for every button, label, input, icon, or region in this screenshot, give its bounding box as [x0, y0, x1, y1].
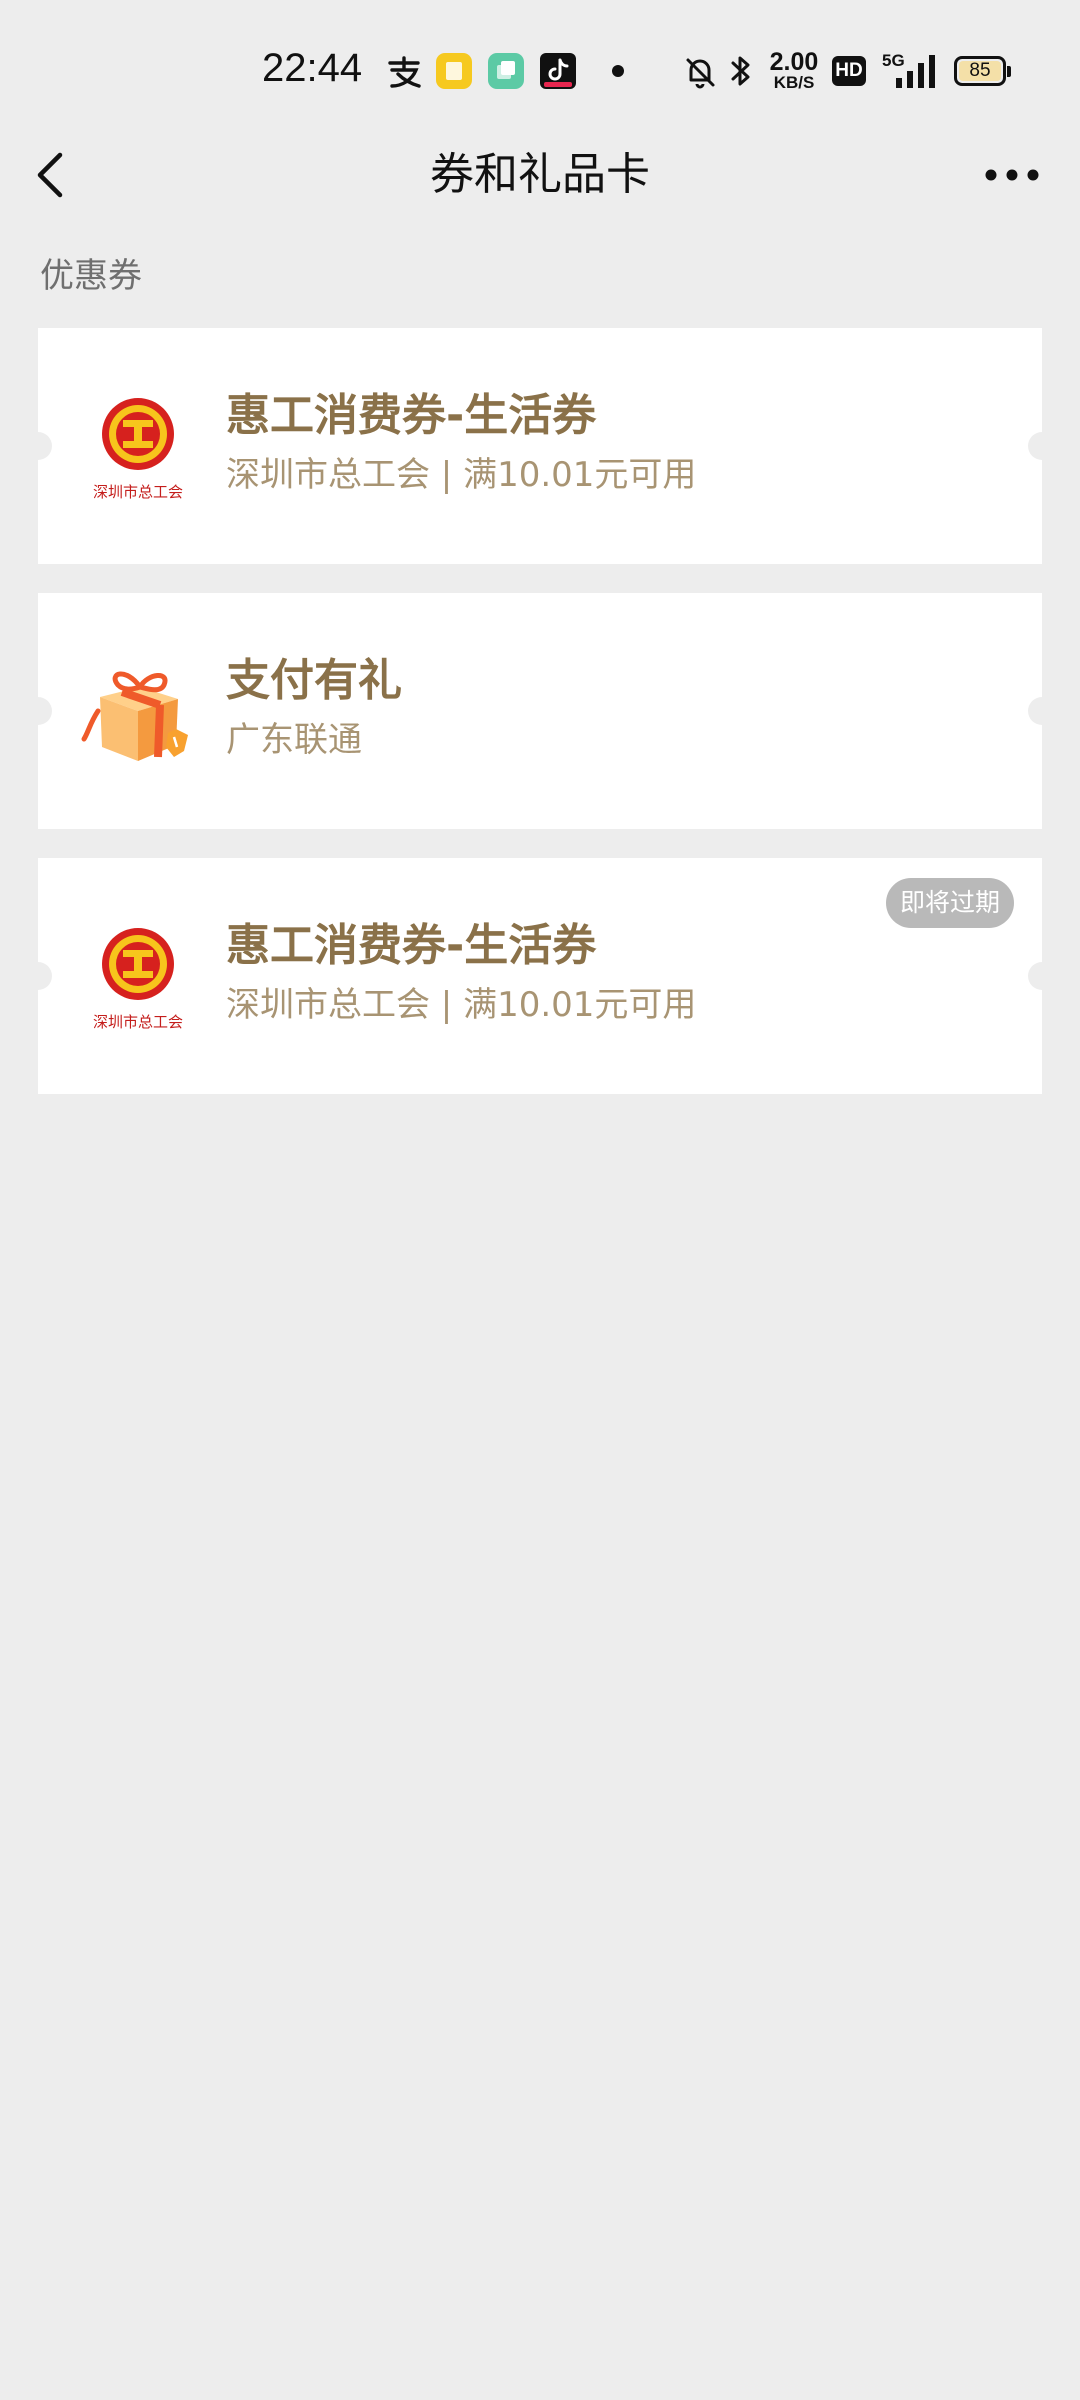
- net-speed: 2.00 KB/S: [764, 50, 824, 92]
- coupon-subtitle: 广东联通: [226, 720, 362, 760]
- status-time: 22:44: [262, 46, 363, 90]
- coupon-title: 支付有礼: [226, 655, 402, 706]
- coupon-title: 惠工消费券-生活券: [226, 920, 597, 971]
- mute-bell-icon: [686, 58, 715, 89]
- nav-bar: 券和礼品卡: [0, 130, 1080, 220]
- net-speed-unit: KB/S: [773, 73, 815, 92]
- page-title: 券和礼品卡: [430, 149, 650, 200]
- clone-app-icon: [488, 53, 524, 89]
- coupon-subtitle: 深圳市总工会 | 满10.01元可用: [226, 455, 697, 495]
- status-bar: 22:44 2.00 KB/S HD 5G 85: [0, 0, 1080, 130]
- expiring-badge: 即将过期: [885, 878, 1014, 928]
- dot-icon: [612, 65, 624, 77]
- union-emblem-caption: 深圳市总工会: [93, 1013, 183, 1031]
- battery-level: 85: [959, 61, 1001, 81]
- coupon-subtitle: 深圳市总工会 | 满10.01元可用: [226, 985, 697, 1025]
- union-emblem-icon: 深圳市总工会: [93, 928, 183, 1031]
- coupon-card[interactable]: 支付有礼 广东联通: [24, 593, 1056, 829]
- tiktok-icon: [540, 53, 576, 89]
- coupon-title: 惠工消费券-生活券: [226, 390, 597, 441]
- alipay-icon: [388, 56, 421, 88]
- coupon-card[interactable]: 深圳市总工会 惠工消费券-生活券 深圳市总工会 | 满10.01元可用 即将过期: [24, 858, 1056, 1094]
- section-title: 优惠券: [40, 256, 142, 296]
- net-speed-value: 2.00: [769, 48, 819, 76]
- more-dots-icon[interactable]: [984, 166, 1040, 184]
- coupon-card[interactable]: 深圳市总工会 惠工消费券-生活券 深圳市总工会 | 满10.01元可用: [24, 328, 1056, 564]
- union-emblem-caption: 深圳市总工会: [93, 483, 183, 501]
- bluetooth-icon: [731, 56, 750, 86]
- notes-app-icon: [436, 53, 472, 89]
- union-emblem-icon: 深圳市总工会: [93, 398, 183, 501]
- signal-icon: [896, 55, 935, 88]
- battery-icon: 85: [954, 56, 1011, 86]
- hd-icon: HD: [832, 56, 866, 86]
- gift-box-icon: [81, 671, 188, 761]
